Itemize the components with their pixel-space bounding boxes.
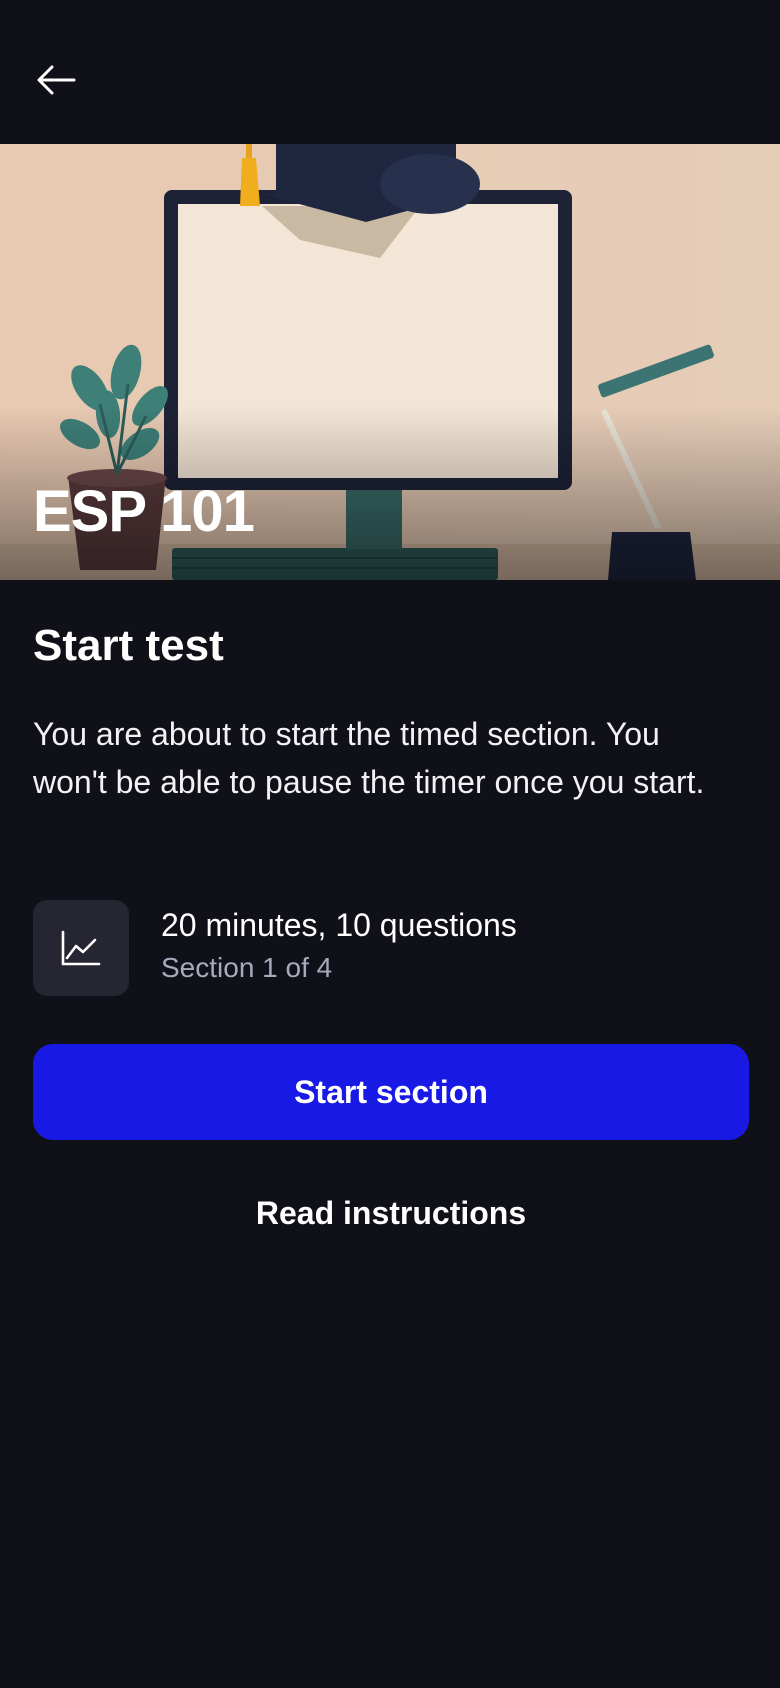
- line-chart-icon: [61, 930, 101, 966]
- start-section-button[interactable]: Start section: [33, 1044, 749, 1140]
- page-heading: Start test: [33, 621, 224, 670]
- read-instructions-link[interactable]: Read instructions: [33, 1188, 749, 1238]
- arrow-left-icon: [37, 65, 76, 95]
- section-info-icon-box: [33, 900, 129, 996]
- test-description: You are about to start the timed section…: [33, 716, 705, 800]
- course-title: ESP 101: [33, 479, 255, 544]
- top-bar: [0, 0, 780, 144]
- section-duration: 20 minutes, 10 questions: [161, 907, 517, 943]
- back-button[interactable]: [28, 52, 84, 108]
- section-progress: Section 1 of 4: [161, 952, 333, 983]
- section-info: 20 minutes, 10 questions Section 1 of 4: [33, 900, 749, 996]
